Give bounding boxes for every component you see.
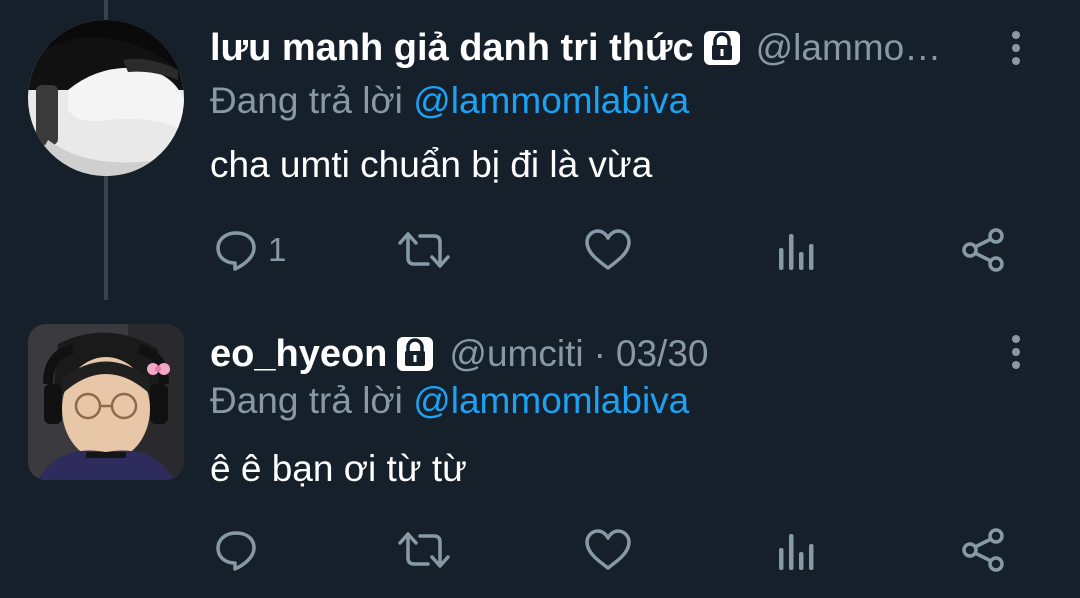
share-icon (962, 528, 1004, 572)
avatar[interactable] (28, 20, 184, 176)
retweet-button[interactable] (398, 226, 450, 274)
tweet-date[interactable]: 03/30 (616, 333, 709, 375)
more-vertical-icon[interactable] (1004, 24, 1028, 72)
retweet-icon (398, 232, 450, 268)
analytics-icon (779, 234, 814, 270)
tweet[interactable]: lưu manh giả danh tri thức @lammo… Đang … (0, 0, 1080, 300)
tweet-text: ê ê bạn ơi từ từ (210, 448, 467, 489)
separator: · (593, 333, 606, 374)
user-handle[interactable]: @umciti (449, 333, 583, 375)
reply-prefix: Đang trả lời (210, 80, 403, 121)
reply-button[interactable] (214, 526, 268, 574)
analytics-button[interactable] (776, 226, 816, 274)
reply-count: 1 (268, 231, 287, 268)
display-name[interactable]: eo_hyeon (210, 333, 387, 376)
heart-icon (585, 529, 631, 570)
tweet[interactable]: eo_hyeon @umciti · 03/30 Đang trả lời @l… (0, 300, 1080, 598)
user-handle[interactable]: @lammo… (756, 27, 942, 69)
more-vertical-icon[interactable] (1004, 328, 1028, 376)
reply-mention-link[interactable]: @lammomlabiva (413, 80, 689, 121)
like-button[interactable] (584, 526, 632, 574)
reply-mention-link[interactable]: @lammomlabiva (413, 380, 689, 421)
avatar[interactable] (28, 324, 184, 480)
tweet-header: eo_hyeon @umciti · 03/30 (210, 330, 709, 378)
retweet-icon (398, 532, 450, 568)
share-button[interactable] (960, 226, 1006, 274)
share-icon (962, 228, 1004, 272)
reply-button[interactable]: 1 (214, 226, 286, 274)
display-name[interactable]: lưu manh giả danh tri thức (210, 27, 694, 70)
tweet-text: cha umti chuẩn bị đi là vừa (210, 144, 653, 185)
reply-prefix: Đang trả lời (210, 380, 403, 421)
like-button[interactable] (584, 226, 632, 274)
share-button[interactable] (960, 526, 1006, 574)
tweet-header: lưu manh giả danh tri thức @lammo… (210, 24, 961, 72)
reply-icon (216, 231, 256, 271)
analytics-icon (779, 534, 814, 570)
retweet-button[interactable] (398, 526, 450, 574)
replying-to: Đang trả lời @lammomlabiva (210, 380, 689, 424)
heart-icon (585, 229, 631, 270)
lock-icon (395, 335, 435, 373)
timeline: lưu manh giả danh tri thức @lammo… Đang … (0, 0, 1080, 598)
lock-icon (702, 29, 742, 67)
replying-to: Đang trả lời @lammomlabiva (210, 80, 689, 124)
analytics-button[interactable] (776, 526, 816, 574)
reply-icon (216, 531, 256, 571)
